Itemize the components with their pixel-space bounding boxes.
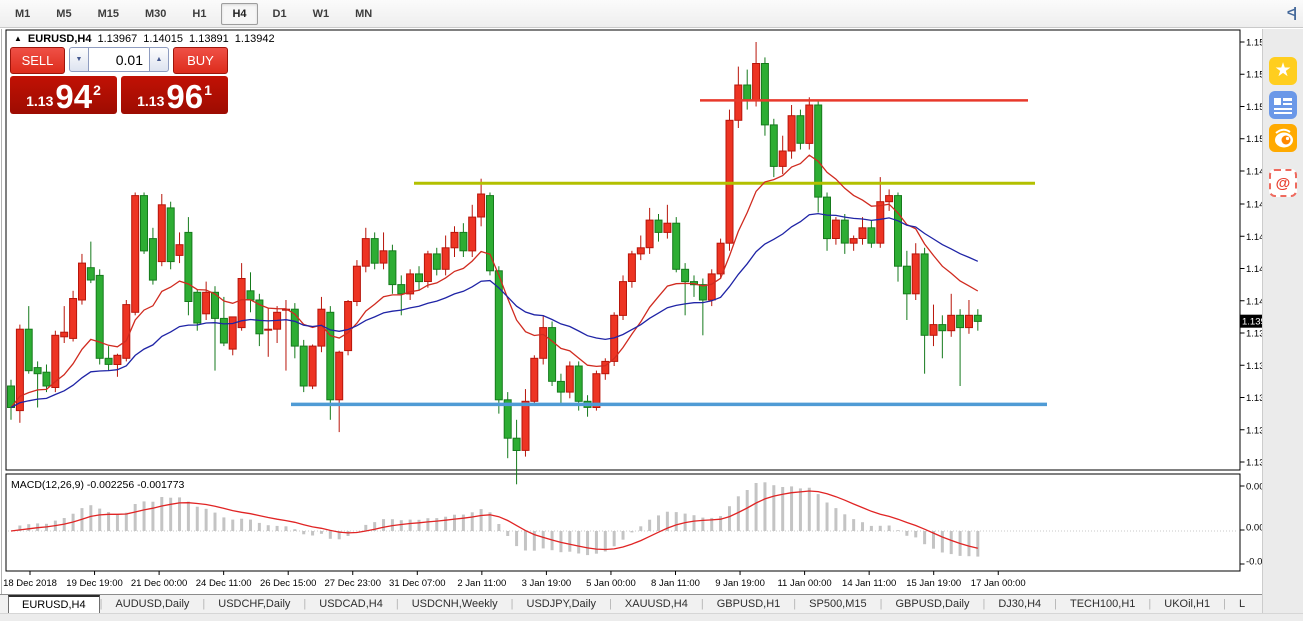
lot-decrease-button[interactable]: ▼: [69, 47, 89, 72]
ohlc-close: 1.13942: [235, 33, 275, 45]
sell-price-pips: 94: [55, 83, 92, 111]
svg-text:5 Jan 00:00: 5 Jan 00:00: [586, 578, 636, 589]
ohlc-low: 1.13891: [189, 33, 229, 45]
svg-text:3 Jan 19:00: 3 Jan 19:00: [522, 578, 572, 589]
sell-price-point: 2: [93, 82, 101, 98]
svg-text:27 Dec 23:00: 27 Dec 23:00: [324, 578, 381, 589]
buy-price-prefix: 1.13: [137, 93, 164, 109]
svg-text:15 Jan 19:00: 15 Jan 19:00: [906, 578, 961, 589]
svg-text:24 Dec 11:00: 24 Dec 11:00: [196, 578, 252, 589]
timeframe-button-m5[interactable]: M5: [45, 3, 82, 25]
buy-price-display[interactable]: 1.13961: [121, 76, 228, 114]
chart-marker-icon: ▲: [14, 34, 22, 43]
chart-tab-usdcad-h4[interactable]: USDCAD,H4: [306, 595, 396, 614]
weibo-icon[interactable]: [1269, 124, 1297, 152]
macd-indicator-label: MACD(12,26,9) -0.002256 -0.001773: [11, 479, 184, 491]
chart-tab-gbpusd-daily[interactable]: GBPUSD,Daily: [883, 595, 983, 614]
svg-text:9 Jan 19:00: 9 Jan 19:00: [715, 578, 765, 589]
star-icon[interactable]: ★: [1269, 57, 1297, 85]
buy-price-pips: 96: [166, 83, 203, 111]
svg-text:26 Dec 15:00: 26 Dec 15:00: [260, 578, 317, 589]
mt4-application-window: 1.157601.155501.153401.151301.149201.147…: [0, 0, 1303, 621]
chart-tab-ukoil-h1[interactable]: UKOil,H1: [1151, 595, 1223, 614]
sell-price-display[interactable]: 1.13942: [10, 76, 117, 114]
chart-tab-usdchf-daily[interactable]: USDCHF,Daily: [205, 595, 303, 614]
chart-tab-audusd-daily[interactable]: AUDUSD,Daily: [102, 595, 202, 614]
sell-price-prefix: 1.13: [26, 93, 53, 109]
timeframe-button-w1[interactable]: W1: [302, 3, 341, 25]
chart-tab-l[interactable]: L: [1226, 595, 1258, 614]
mail-icon[interactable]: @: [1269, 169, 1297, 197]
chart-title: ▲ EURUSD,H4 1.13967 1.14015 1.13891 1.13…: [14, 33, 275, 45]
ohlc-high: 1.14015: [143, 33, 183, 45]
chart-tab-usdjpy-daily[interactable]: USDJPY,Daily: [514, 595, 610, 614]
ohlc-open: 1.13967: [98, 33, 138, 45]
timeframe-button-h4[interactable]: H4: [221, 3, 257, 25]
lot-size-input[interactable]: 0.01: [89, 47, 149, 72]
chart-tab-xauusd-h4[interactable]: XAUUSD,H4: [612, 595, 701, 614]
desktop-icon-sidebar: ★@: [1262, 29, 1303, 613]
timeframe-button-m30[interactable]: M30: [134, 3, 177, 25]
timeframe-button-m15[interactable]: M15: [87, 3, 130, 25]
one-click-trade-panel: SELL ▼ 0.01 ▲ BUY 1.13942 1.13961: [10, 47, 228, 114]
news-icon[interactable]: [1269, 91, 1297, 119]
timeframe-button-d1[interactable]: D1: [262, 3, 298, 25]
svg-text:18 Dec 2018: 18 Dec 2018: [3, 578, 57, 589]
sidebar-collapse-icon[interactable]: <|: [1287, 4, 1295, 20]
timeframe-button-mn[interactable]: MN: [344, 3, 383, 25]
chart-tab-gbpusd-h1[interactable]: GBPUSD,H1: [704, 595, 794, 614]
window-bottom-edge: [0, 613, 1303, 621]
svg-text:14 Jan 11:00: 14 Jan 11:00: [842, 578, 896, 589]
timeframe-button-h1[interactable]: H1: [181, 3, 217, 25]
svg-text:19 Dec 19:00: 19 Dec 19:00: [66, 578, 123, 589]
svg-text:17 Jan 00:00: 17 Jan 00:00: [971, 578, 1026, 589]
chart-tab-dj30-h4[interactable]: DJ30,H4: [985, 595, 1054, 614]
svg-text:11 Jan 00:00: 11 Jan 00:00: [777, 578, 831, 589]
time-axis: 18 Dec 2018 19 Dec 19:00 21 Dec 00:00 24 De…: [3, 571, 1026, 589]
buy-price-point: 1: [204, 82, 212, 98]
chart-tab-sp500-m15[interactable]: SP500,M15: [796, 595, 879, 614]
chart-tab-bar: EURUSD,H4|AUDUSD,Daily|USDCHF,Daily|USDC…: [0, 594, 1303, 614]
svg-text:2 Jan 11:00: 2 Jan 11:00: [457, 578, 506, 589]
macd-panel-frame: [6, 474, 1240, 571]
timeframe-button-m1[interactable]: M1: [4, 3, 41, 25]
svg-text:21 Dec 00:00: 21 Dec 00:00: [131, 578, 188, 589]
buy-button[interactable]: BUY: [173, 47, 228, 74]
timeframe-toolbar: M1M5M15M30H1H4D1W1MN: [0, 0, 1303, 28]
lot-increase-button[interactable]: ▲: [149, 47, 169, 72]
sell-button[interactable]: SELL: [10, 47, 65, 74]
chart-tab-usdcnh-weekly[interactable]: USDCNH,Weekly: [399, 595, 511, 614]
chart-tab-tech100-h1[interactable]: TECH100,H1: [1057, 595, 1148, 614]
svg-text:8 Jan 11:00: 8 Jan 11:00: [651, 578, 700, 589]
svg-text:31 Dec 07:00: 31 Dec 07:00: [389, 578, 446, 589]
chart-tab-eurusd-h4[interactable]: EURUSD,H4: [8, 595, 100, 614]
chart-symbol-label: EURUSD,H4: [28, 33, 92, 45]
